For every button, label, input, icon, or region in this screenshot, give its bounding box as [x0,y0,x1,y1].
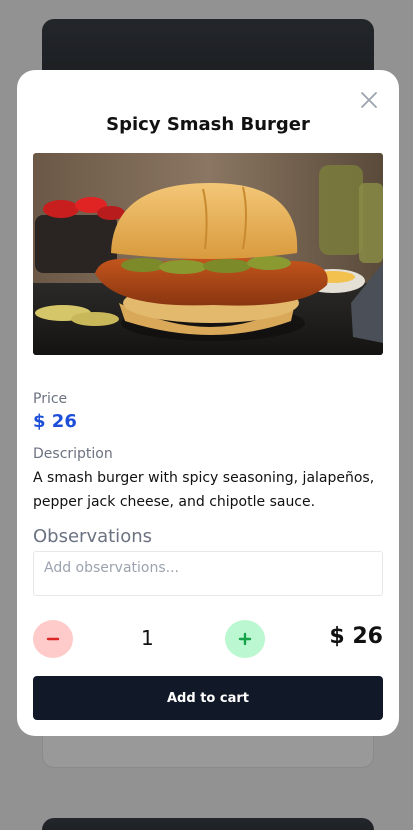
product-image [33,153,383,355]
product-title: Spicy Smash Burger [106,114,310,135]
price-label: Price [33,391,68,407]
add-to-cart-button[interactable]: Add to cart [33,676,383,720]
product-description: A smash burger with spicy seasoning, jal… [33,470,375,510]
quantity-row: 1 $ 26 [33,620,383,658]
close-button[interactable] [359,90,379,110]
observations-label: Observations [33,526,152,547]
description-label: Description [33,446,113,462]
close-icon [361,92,377,108]
product-modal: Spicy Smash Burger Price $ 26 Descriptio… [17,70,399,736]
quantity-value: 1 [141,626,154,650]
plus-icon [238,632,252,646]
increase-quantity-button[interactable] [225,620,265,658]
observations-input[interactable] [33,551,383,596]
total-price: $ 26 [329,624,383,649]
decrease-quantity-button[interactable] [33,620,73,658]
product-price: $ 26 [33,411,77,432]
minus-icon [46,637,60,641]
